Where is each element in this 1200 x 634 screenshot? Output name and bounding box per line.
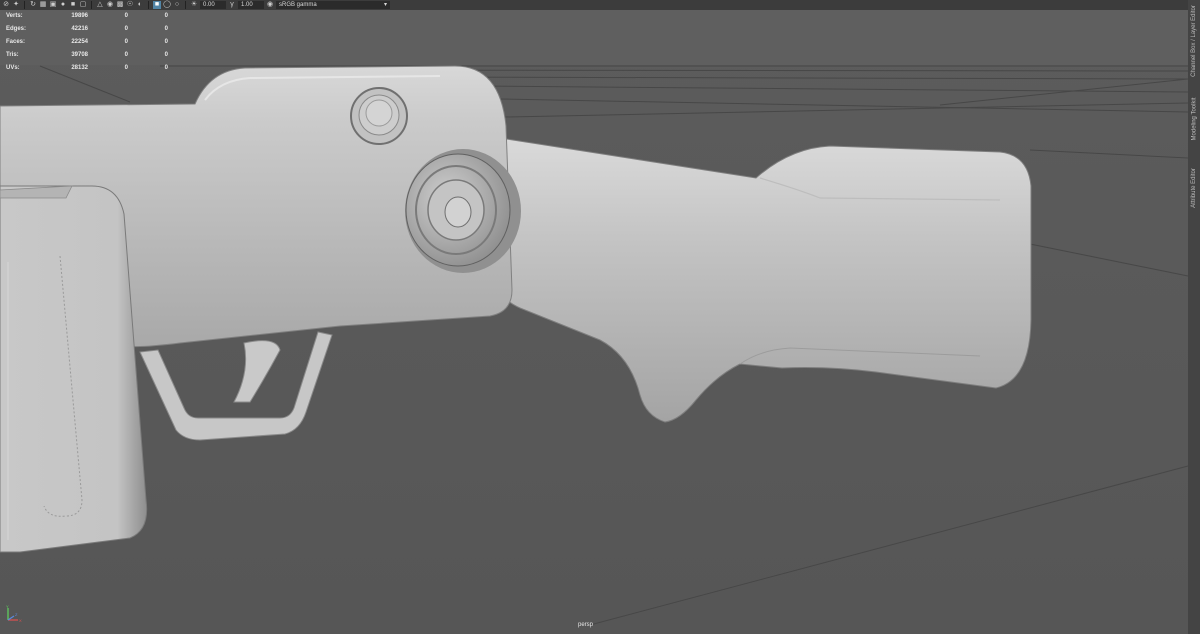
hud-row-uvs: UVs: 28132 0 0	[6, 61, 168, 74]
hud-components: 0	[164, 26, 168, 33]
toolbar-divider	[24, 1, 25, 9]
tab-label: Channel Box / Layer Editor	[1191, 5, 1197, 77]
hud-components: 0	[164, 13, 168, 20]
camera-icon[interactable]: ●	[59, 1, 67, 9]
poly-count-hud: Verts: 19896 0 0 Edges: 42216 0 0 Faces:…	[6, 10, 168, 74]
axis-y-label: Y	[6, 604, 9, 609]
hud-row-faces: Faces: 22254 0 0	[6, 36, 168, 49]
exposure-icon[interactable]: ☀	[190, 1, 198, 9]
axis-z-label: Z	[15, 612, 18, 617]
color-space-dropdown[interactable]: sRGB gamma ▾	[276, 1, 390, 9]
toolbar-divider	[185, 1, 186, 9]
gamma-field[interactable]: 1.00	[238, 1, 264, 9]
lights-icon[interactable]: ☉	[126, 1, 134, 9]
hud-selected: 0	[124, 51, 128, 58]
grid-icon[interactable]: ▦	[39, 1, 47, 9]
hud-value: 42216	[71, 26, 88, 33]
tab-modeling-toolkit[interactable]: Modeling Toolkit	[1188, 86, 1200, 152]
smooth-shade-icon[interactable]: ◉	[106, 1, 114, 9]
hud-value: 28132	[71, 64, 88, 71]
toolbar-divider	[91, 1, 92, 9]
viewport[interactable]	[0, 0, 1188, 634]
hud-row-edges: Edges: 42216 0 0	[6, 23, 168, 36]
wireframe-icon[interactable]: △	[96, 1, 104, 9]
tab-label: Attribute Editor	[1191, 168, 1197, 208]
tab-label: Modeling Toolkit	[1191, 97, 1198, 141]
chevron-down-icon: ▾	[383, 2, 387, 8]
color-management-icon[interactable]: ◉	[266, 1, 274, 9]
hud-components: 0	[164, 51, 168, 58]
xray-icon[interactable]: ■	[153, 1, 161, 9]
viewport-toolbar: ⊘ ✦ ↻ ▦ ▣ ● ■ ▢ △ ◉ ▩ ☉ ◐ ■ ◯ ○ ☀ 0.00 γ…	[0, 0, 1188, 10]
axis-x-label: X	[19, 618, 22, 623]
toolbar-divider	[148, 1, 149, 9]
side-panel-tabs: Channel Box / Layer Editor Modeling Tool…	[1188, 0, 1200, 634]
gamma-icon[interactable]: γ	[228, 1, 236, 9]
hud-value: 22254	[71, 38, 88, 45]
frame-icon[interactable]: ▢	[79, 1, 87, 9]
isolate-icon[interactable]: ◯	[163, 1, 171, 9]
exposure-field[interactable]: 0.00	[200, 1, 226, 9]
move-icon[interactable]: ✦	[12, 1, 20, 9]
hud-label: Tris:	[6, 51, 19, 58]
hud-value: 19896	[71, 13, 88, 20]
hud-label: Edges:	[6, 26, 27, 33]
axis-gizmo-icon: Y X Z	[6, 604, 22, 623]
camera-name-label: persp	[578, 622, 594, 628]
film-icon[interactable]: ▣	[49, 1, 57, 9]
hud-label: Verts:	[6, 13, 23, 20]
select-mode-icon[interactable]: ⊘	[2, 1, 10, 9]
backface-icon[interactable]: ○	[173, 1, 181, 9]
hud-label: UVs:	[6, 64, 20, 71]
hud-selected: 0	[124, 38, 128, 45]
hud-row-tris: Tris: 39708 0 0	[6, 48, 168, 61]
textured-icon[interactable]: ▩	[116, 1, 124, 9]
magazine	[0, 185, 148, 553]
hud-selected: 0	[124, 64, 128, 71]
hud-label: Faces:	[6, 38, 26, 45]
lock-icon[interactable]: ■	[69, 1, 77, 9]
hud-components: 0	[164, 38, 168, 45]
hud-row-verts: Verts: 19896 0 0	[6, 10, 168, 23]
hud-value: 39708	[71, 51, 88, 58]
hud-selected: 0	[124, 13, 128, 20]
shadows-icon[interactable]: ◐	[136, 1, 144, 9]
rotate-icon[interactable]: ↻	[29, 1, 37, 9]
tab-attribute-editor[interactable]: Attribute Editor	[1188, 158, 1200, 218]
hud-selected: 0	[124, 26, 128, 33]
tab-channel-box[interactable]: Channel Box / Layer Editor	[1188, 4, 1200, 78]
color-space-label: sRGB gamma	[279, 2, 317, 8]
hud-components: 0	[164, 64, 168, 71]
